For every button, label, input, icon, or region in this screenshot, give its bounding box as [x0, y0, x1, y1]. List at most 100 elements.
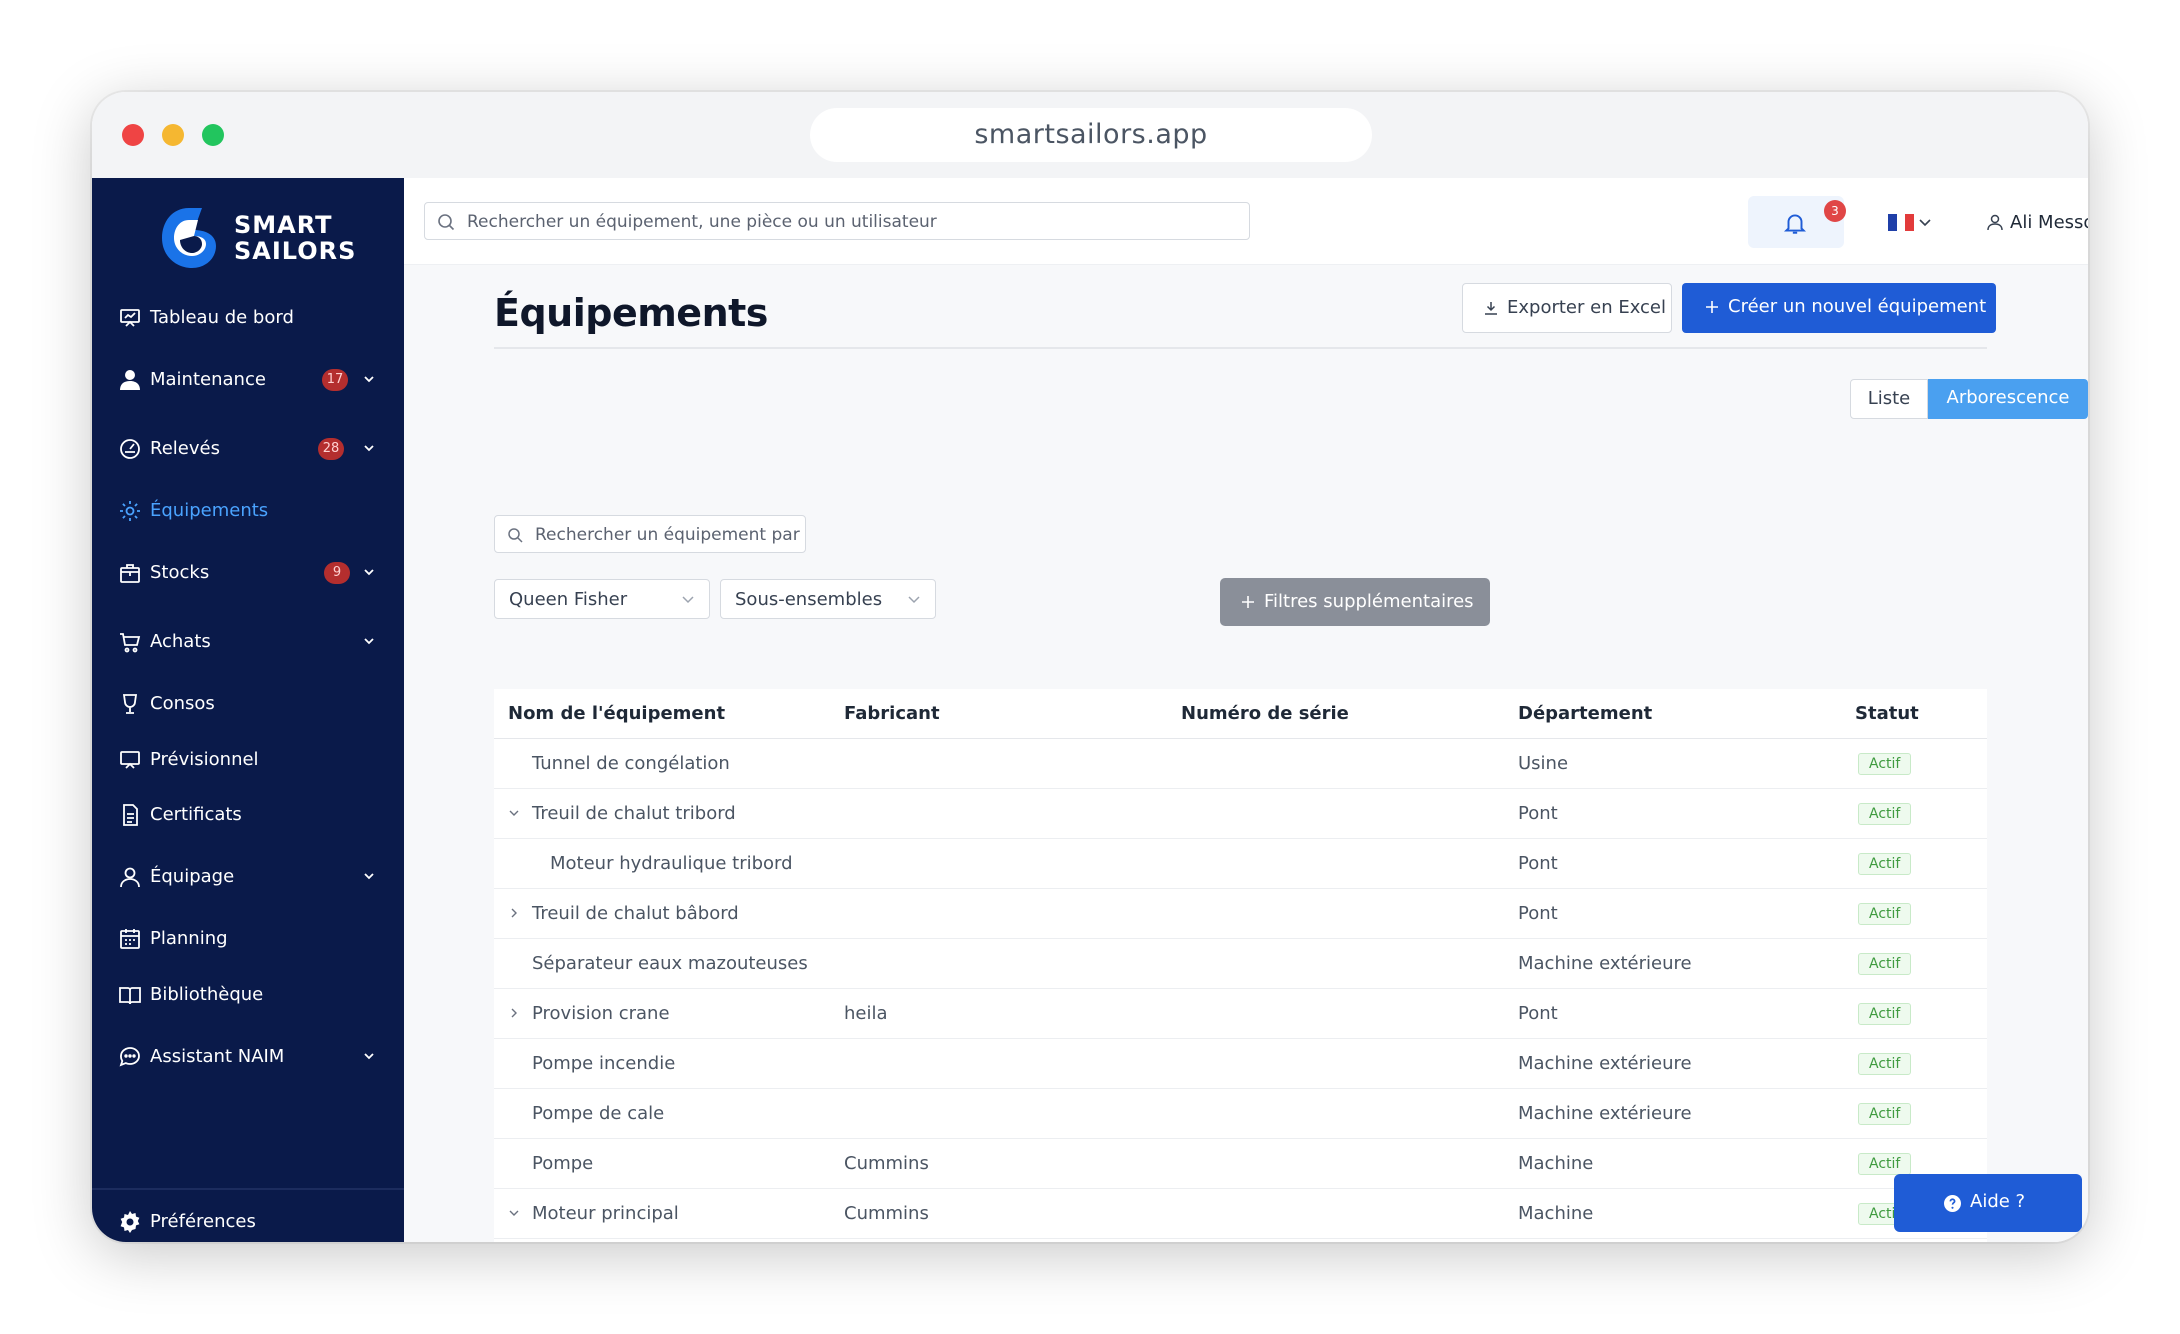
chevron-down-icon[interactable] — [362, 441, 376, 455]
chevron-right-icon[interactable] — [508, 907, 520, 919]
calendar-icon — [120, 929, 140, 949]
table-row[interactable]: Pompe Cummins Machine Actif — [494, 1139, 1987, 1189]
cell-equipment-name[interactable]: Pompe de cale — [532, 1103, 664, 1125]
sidebar-item-previsionnel[interactable]: Prévisionnel — [92, 738, 404, 782]
cell-equipment-name[interactable]: Pompe — [532, 1153, 593, 1175]
sidebar-item-equipage[interactable]: Équipage — [92, 855, 404, 899]
chevron-down-icon[interactable] — [362, 869, 376, 883]
create-equipment-button[interactable]: Créer un nouvel équipement — [1682, 283, 1996, 333]
bell-icon — [1783, 214, 1807, 234]
cell-department: Machine — [1518, 1203, 1594, 1224]
export-excel-label: Exporter en Excel — [1507, 297, 1667, 318]
page-title: Équipements — [494, 291, 768, 335]
subassembly-select[interactable]: Sous-ensembles — [720, 579, 936, 619]
sidebar-item-consos[interactable]: Consos — [92, 682, 404, 726]
settings-icon — [120, 1211, 140, 1233]
chevron-down-icon[interactable] — [362, 1049, 376, 1063]
sidebar-item-achats[interactable]: Achats — [92, 620, 404, 664]
sidebar-item-releves[interactable]: Relevés 28 — [92, 427, 404, 471]
table-row[interactable]: Treuil de chalut bâbord Pont Actif — [494, 889, 1987, 939]
status-badge: Actif — [1858, 753, 1912, 775]
notifications-button[interactable]: 3 — [1748, 196, 1846, 248]
cart-icon — [120, 633, 141, 653]
sidebar-item-stocks[interactable]: Stocks 9 — [92, 551, 404, 595]
search-icon — [508, 528, 523, 543]
equipment-table: Nom de l'équipement Fabricant Numéro de … — [494, 689, 1987, 1242]
global-search-input[interactable] — [465, 205, 1239, 239]
view-tree-button[interactable]: Arborescence — [1928, 379, 2088, 419]
download-icon — [1485, 302, 1497, 315]
cell-equipment-name[interactable]: Séparateur eaux mazouteuses — [532, 953, 808, 975]
sidebar-item-planning[interactable]: Planning — [92, 917, 404, 961]
more-filters-button[interactable]: Filtres supplémentaires — [1220, 578, 1490, 626]
equipment-search-input[interactable] — [533, 518, 805, 552]
chevron-down-icon[interactable] — [508, 1207, 520, 1219]
chevron-down-icon — [908, 596, 920, 604]
global-search[interactable] — [424, 202, 1250, 240]
vessel-select[interactable]: Queen Fisher — [494, 579, 710, 619]
logo-text: SMART SAILORS — [234, 212, 356, 264]
smart-sailors-logo[interactable]: SMART SAILORS — [158, 202, 358, 278]
sidebar-item-maintenance[interactable]: Maintenance 17 — [92, 358, 404, 402]
language-chevron-down-icon[interactable] — [1918, 217, 1932, 229]
maximize-window-button[interactable] — [202, 124, 224, 146]
table-row[interactable]: Séparateur eaux mazouteuses Machine extér… — [494, 939, 1987, 989]
france-flag-icon[interactable] — [1888, 214, 1914, 231]
table-row[interactable]: TurbocompresseurMachine extérieureActif — [494, 1239, 1987, 1242]
table-row[interactable]: Provision crane heila Pont Actif — [494, 989, 1987, 1039]
close-window-button[interactable] — [122, 124, 144, 146]
gear-icon — [120, 501, 140, 521]
user-icon — [1987, 214, 2003, 231]
column-header-status[interactable]: Statut — [1855, 703, 1919, 725]
equipment-search[interactable] — [494, 515, 806, 553]
sidebar-item-label: Bibliothèque — [150, 984, 264, 1005]
table-row[interactable]: Pompe incendie Machine extérieure Actif — [494, 1039, 1987, 1089]
cell-equipment-name[interactable]: Tunnel de congélation — [532, 753, 730, 775]
chevron-down-icon[interactable] — [508, 807, 520, 819]
sidebar-divider — [92, 1188, 404, 1190]
sidebar-item-assistant-naim[interactable]: Assistant NAIM — [92, 1035, 404, 1079]
table-row[interactable]: Moteur hydraulique tribord Pont Actif — [494, 839, 1987, 889]
column-header-name[interactable]: Nom de l'équipement — [508, 703, 725, 725]
column-header-maker[interactable]: Fabricant — [844, 703, 940, 725]
sidebar-item-equipements[interactable]: Équipements — [92, 489, 404, 533]
maintenance-count-badge: 17 — [322, 369, 348, 391]
box-icon — [120, 564, 140, 583]
status-badge: Actif — [1858, 1053, 1912, 1075]
column-header-serial[interactable]: Numéro de série — [1181, 703, 1349, 725]
status-badge: Actif — [1858, 953, 1912, 975]
minimize-window-button[interactable] — [162, 124, 184, 146]
cell-equipment-name[interactable]: Moteur hydraulique tribord — [550, 853, 793, 875]
stocks-count-badge: 9 — [324, 562, 350, 584]
sidebar-item-certificats[interactable]: Certificats — [92, 793, 404, 837]
dashboard-icon — [120, 309, 140, 327]
sidebar-item-tableau-de-bord[interactable]: Tableau de bord — [92, 296, 404, 340]
chevron-down-icon[interactable] — [362, 372, 376, 386]
chevron-right-icon[interactable] — [508, 1007, 520, 1019]
sidebar-item-preferences[interactable]: Préférences — [92, 1200, 404, 1242]
logo-text-line2: SAILORS — [234, 237, 357, 265]
cell-equipment-name[interactable]: Provision crane — [532, 1003, 670, 1025]
cell-equipment-name[interactable]: Moteur principal — [532, 1203, 679, 1225]
status-badge: Actif — [1858, 853, 1912, 875]
cell-department: Pont — [1518, 803, 1558, 824]
chevron-down-icon[interactable] — [362, 565, 376, 579]
view-list-button[interactable]: Liste — [1850, 379, 1928, 419]
vessel-select-value: Queen Fisher — [509, 589, 628, 610]
table-row[interactable]: Pompe de cale Machine extérieure Actif — [494, 1089, 1987, 1139]
help-button[interactable]: Aide ? — [1894, 1174, 2082, 1232]
cell-equipment-name[interactable]: Treuil de chalut tribord — [532, 803, 736, 825]
table-row[interactable]: Treuil de chalut tribord Pont Actif — [494, 789, 1987, 839]
table-row[interactable]: Tunnel de congélation Usine Actif — [494, 739, 1987, 789]
address-bar[interactable]: smartsailors.app — [810, 108, 1372, 162]
sidebar-item-bibliotheque[interactable]: Bibliothèque — [92, 973, 404, 1017]
status-badge: Actif — [1858, 903, 1912, 925]
export-excel-button[interactable]: Exporter en Excel — [1462, 283, 1672, 333]
cell-equipment-name[interactable]: Treuil de chalut bâbord — [532, 903, 739, 925]
table-header: Nom de l'équipement Fabricant Numéro de … — [494, 689, 1987, 739]
cell-equipment-name[interactable]: Pompe incendie — [532, 1053, 675, 1075]
table-row[interactable]: Moteur principal Cummins Machine Actif — [494, 1189, 1987, 1239]
column-header-department[interactable]: Département — [1518, 703, 1652, 725]
sidebar-item-label: Tableau de bord — [150, 307, 294, 328]
chevron-down-icon[interactable] — [362, 634, 376, 648]
